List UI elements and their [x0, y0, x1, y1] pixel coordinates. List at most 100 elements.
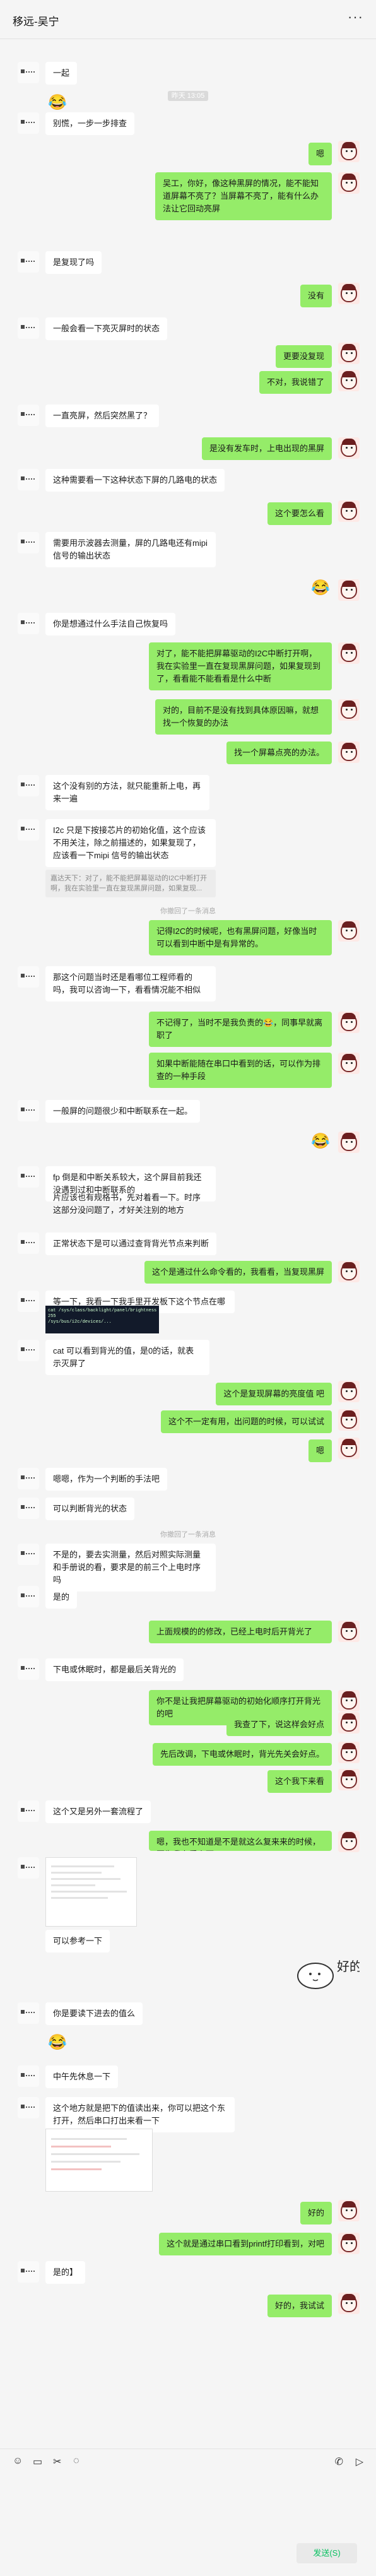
my-avatar[interactable]: [338, 1690, 360, 1711]
message-bubble: 下电或休眠时，都是最后关背光的: [45, 1658, 184, 1681]
message-bubble: 上面规模的的修改，已经上电时后开背光了: [149, 1621, 332, 1643]
message-list[interactable]: 一起 😂 昨天 13:05 别慌，一步一步排查 嗯 吴工，你好，像这种黑屏的情况…: [0, 40, 376, 2438]
contact-avatar[interactable]: [18, 775, 39, 796]
contact-avatar[interactable]: [18, 2065, 39, 2087]
contact-avatar[interactable]: [18, 1232, 39, 1254]
message-bubble: 不是的，要去实测量，然后对照实际测量和手册说的看，要求是的前三个上电时序吗: [45, 1544, 216, 1592]
contact-avatar[interactable]: [18, 112, 39, 134]
my-avatar[interactable]: [338, 343, 360, 364]
emoji-icon: 😂: [311, 579, 330, 596]
phone-icon[interactable]: ✆: [335, 2455, 343, 2468]
my-avatar[interactable]: [338, 741, 360, 763]
message-bubble: 这个我下来看: [267, 1770, 332, 1793]
my-avatar[interactable]: [338, 642, 360, 664]
chat-title: 移远-吴宁: [13, 16, 59, 28]
message-bubble: 这个又是另外一套流程了: [45, 1800, 151, 1823]
message-bubble: 我查了下，说这样会好点: [226, 1713, 332, 1736]
contact-avatar[interactable]: [18, 819, 39, 841]
message-bubble: 是没有发车时，上电出现的黑屏: [201, 437, 332, 460]
my-avatar[interactable]: [338, 283, 360, 304]
my-avatar[interactable]: [338, 1831, 360, 1852]
image-message[interactable]: [45, 1857, 137, 1927]
my-avatar[interactable]: [338, 2293, 360, 2314]
contact-avatar[interactable]: [18, 1544, 39, 1565]
my-avatar[interactable]: [338, 2233, 360, 2254]
svg-text:好的: 好的: [337, 1959, 360, 1974]
contact-avatar[interactable]: [18, 1857, 39, 1879]
contact-avatar[interactable]: [18, 1340, 39, 1361]
contact-avatar[interactable]: [18, 966, 39, 988]
emoji-icon[interactable]: ☺: [13, 2455, 23, 2467]
sticker-image[interactable]: 好的: [278, 1946, 362, 1996]
my-avatar[interactable]: [338, 1012, 360, 1033]
message-bubble: 别慌，一步一步排查: [45, 112, 135, 135]
my-avatar[interactable]: [338, 1769, 360, 1790]
contact-avatar[interactable]: [18, 251, 39, 273]
message-bubble: 嗯: [308, 1439, 332, 1462]
message-bubble: 不记得了，当时不是我负责的😂，同事早就离职了: [149, 1012, 332, 1047]
more-icon[interactable]: ···: [348, 9, 363, 25]
folder-icon[interactable]: ▭: [33, 2455, 42, 2468]
my-avatar[interactable]: [338, 2200, 360, 2221]
message-bubble: 可以判断背光的状态: [45, 1498, 135, 1520]
timestamp: 昨天 13:05: [0, 90, 376, 101]
contact-avatar[interactable]: [18, 1100, 39, 1121]
my-avatar[interactable]: [338, 1131, 360, 1153]
terminal-screenshot[interactable]: cat /sys/class/backlight/panel/brightnes…: [45, 1306, 159, 1333]
message-bubble: 需要用示波器去测量，屏的几路电还有mipi 信号的输出状态: [45, 532, 216, 567]
contact-avatar[interactable]: [18, 1468, 39, 1489]
message-bubble: 这个没有别的方法，就只能重新上电，再来一遍: [45, 775, 209, 810]
contact-avatar[interactable]: [18, 1658, 39, 1680]
send-button[interactable]: 发送(S): [297, 2543, 357, 2563]
chat-history-icon[interactable]: ◌: [73, 2455, 79, 2467]
message-bubble: 对的，目前不是没有找到具体原因嘛，就想找一个恢复的办法: [155, 699, 332, 735]
scissors-icon[interactable]: ✂: [53, 2455, 61, 2468]
contact-avatar[interactable]: [18, 2261, 39, 2283]
contact-avatar[interactable]: [18, 1291, 39, 1312]
my-avatar[interactable]: [338, 1742, 360, 1763]
message-bubble: 可以参考一下: [45, 1930, 110, 1953]
contact-avatar[interactable]: [18, 532, 39, 553]
my-avatar[interactable]: [338, 172, 360, 194]
message-bubble: 这个要怎么看: [267, 502, 332, 525]
my-avatar[interactable]: [338, 1621, 360, 1642]
my-avatar[interactable]: [338, 500, 360, 522]
quoted-message[interactable]: 嘉达天下：对了，能不能把屏幕驱动的I2C中断打开啊，我在实验里一直在复现黑屏问题…: [45, 870, 216, 897]
contact-avatar[interactable]: [18, 1498, 39, 1519]
message-bubble: 不对，我说错了: [259, 371, 332, 394]
my-avatar[interactable]: [338, 1261, 360, 1282]
contact-avatar[interactable]: [18, 613, 39, 634]
message-bubble: 那这个问题当时还是看哪位工程师看的吗，我可以咨询一下，看看情况能不相似: [45, 966, 216, 1001]
message-bubble: 一直亮屏，然后突然黑了？: [45, 405, 160, 427]
contact-avatar[interactable]: [18, 1800, 39, 1822]
message-bubble: 你是想通过什么手法自己恢复吗: [45, 613, 176, 635]
message-bubble: 一般屏的问题很少和中断联系在一起。: [45, 1100, 201, 1123]
my-avatar[interactable]: [338, 1438, 360, 1459]
my-avatar[interactable]: [338, 437, 360, 459]
contact-avatar[interactable]: [18, 469, 39, 490]
my-avatar[interactable]: [338, 1381, 360, 1402]
contact-avatar[interactable]: [18, 2002, 39, 2024]
my-avatar[interactable]: [338, 370, 360, 391]
contact-avatar[interactable]: [18, 62, 39, 83]
message-bubble: 先后改调，下电或休眠时，背光先关会好点。: [152, 1743, 332, 1766]
emoji-icon: 😂: [48, 2034, 67, 2051]
my-avatar[interactable]: [338, 920, 360, 942]
contact-avatar[interactable]: [18, 1166, 39, 1188]
my-avatar[interactable]: [338, 699, 360, 721]
contact-avatar[interactable]: [18, 1586, 39, 1607]
my-avatar[interactable]: [338, 1409, 360, 1431]
message-bubble: 嗯: [308, 143, 332, 165]
contact-avatar[interactable]: [18, 317, 39, 339]
contact-avatar[interactable]: [18, 2097, 39, 2118]
my-avatar[interactable]: [338, 1712, 360, 1734]
chat-header: 移远-吴宁 ···: [0, 0, 376, 39]
video-icon[interactable]: ▷: [356, 2455, 363, 2468]
message-bubble: 这个地方就是把下的值读出来，你可以把这个东打开，然后串口打出来看一下: [45, 2097, 235, 2132]
my-avatar[interactable]: [338, 1053, 360, 1074]
code-screenshot[interactable]: [45, 2129, 153, 2192]
my-avatar[interactable]: [338, 141, 360, 162]
message-bubble: 吴工，你好，像这种黑屏的情况，能不能知道屏幕不亮了？当屏幕不亮了，能有什么办法让…: [155, 172, 332, 220]
contact-avatar[interactable]: [18, 405, 39, 426]
my-avatar[interactable]: [338, 579, 360, 601]
